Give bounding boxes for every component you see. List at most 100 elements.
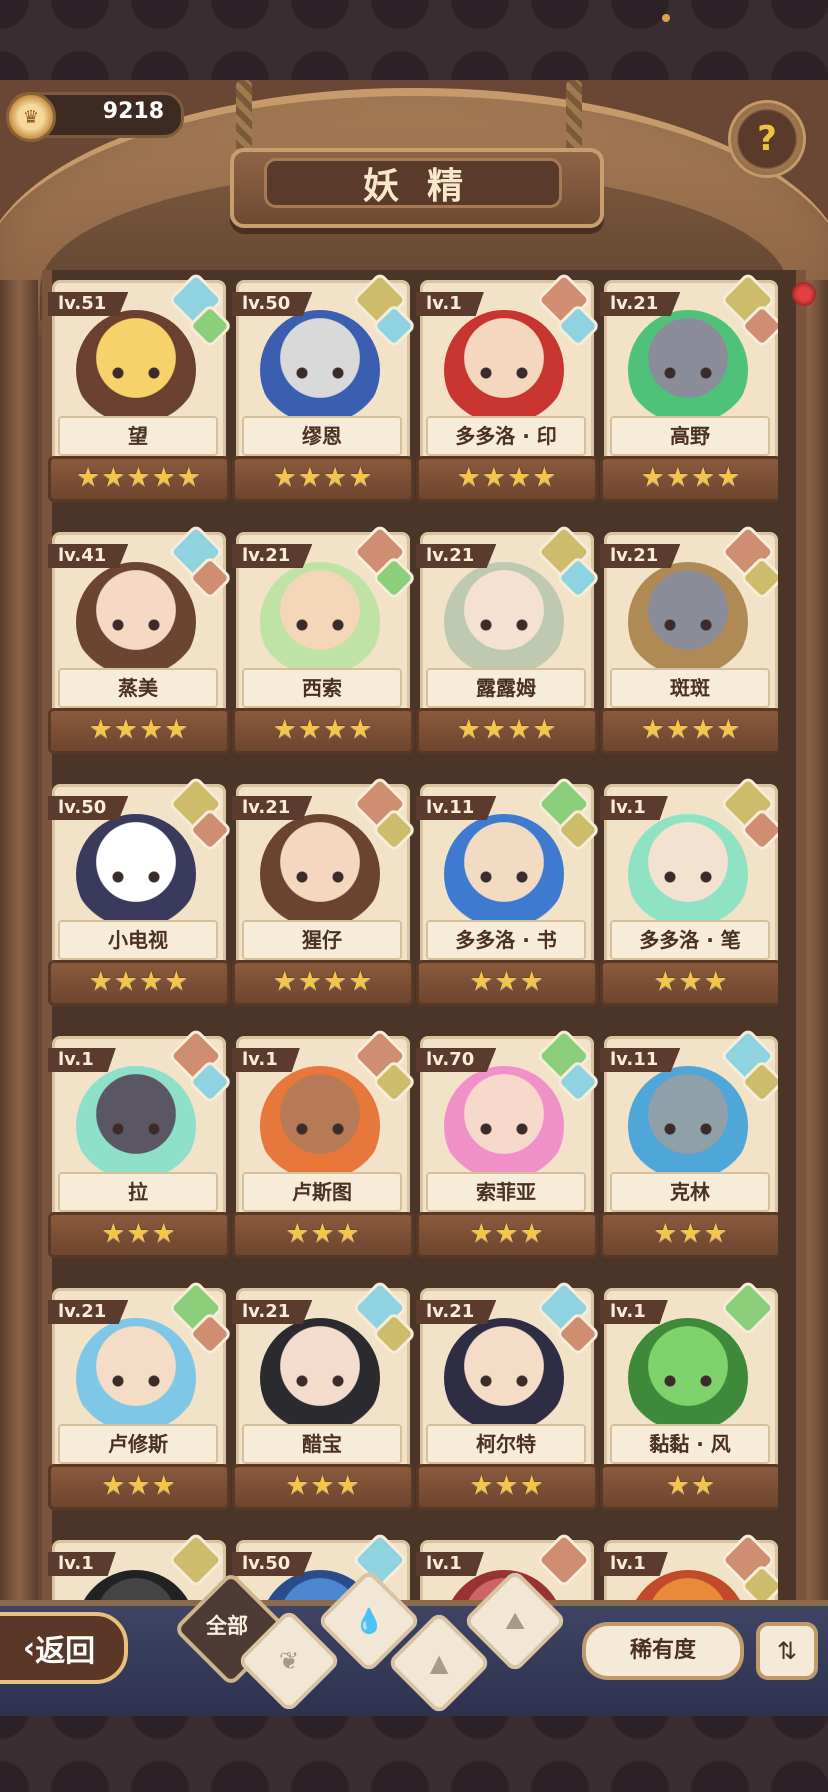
rock-icon: ▲ [429,1649,449,1677]
star-rating: ★★★ [232,1464,414,1510]
star-rating: ★★ [600,1464,778,1510]
level-tag: lv.41 [48,544,129,568]
question-icon: ? [757,119,777,159]
fairy-card[interactable]: lv.51 望 ★★★★★ [48,270,233,510]
help-button[interactable]: ? [728,100,806,178]
fairy-card[interactable]: lv.41 蒸美 ★★★★ [48,522,233,762]
star-rating: ★★★★★ [48,456,230,502]
portrait-eyes [662,870,714,884]
level-tag: lv.21 [232,544,313,568]
page-title: 妖精 [264,158,562,208]
level-tag: lv.21 [232,1300,313,1324]
chevron-left-icon: ‹ [22,1630,36,1666]
fairy-name: 小电视 [58,920,218,960]
fairy-name: 露露姆 [426,668,586,708]
level-tag: lv.1 [600,1552,668,1576]
fairy-name: 柯尔特 [426,1424,586,1464]
star-rating: ★★★★ [232,960,414,1006]
fairy-grid: lv.51 望 ★★★★★ lv.50 缪恩 ★★★★ lv.1 多多洛 · 印 ★★★★ lv.… [48,270,778,1606]
fairy-card[interactable]: lv.1 [600,1530,778,1606]
fairy-card[interactable]: lv.70 索菲亚 ★★★ [416,1026,601,1266]
sprout-icon: ❦ [278,1646,300,1675]
portrait-eyes [478,1374,530,1388]
portrait-eyes [478,618,530,632]
portrait-eyes [294,870,346,884]
sort-order-button[interactable]: ⇅ [756,1622,818,1680]
portrait-eyes [478,870,530,884]
level-tag: lv.70 [416,1048,497,1072]
fairy-card[interactable]: lv.21 露露姆 ★★★★ [416,522,601,762]
star-rating: ★★★★ [416,456,598,502]
level-tag: lv.21 [232,796,313,820]
star-rating: ★★★★ [48,708,230,754]
status-dot [662,14,670,22]
level-tag: lv.50 [48,796,129,820]
fairy-card[interactable]: lv.1 黏黏 · 风 ★★ [600,1278,778,1518]
fairy-card[interactable]: lv.50 小电视 ★★★★ [48,774,233,1014]
level-tag: lv.21 [600,544,681,568]
level-tag: lv.50 [232,292,313,316]
fairy-name: 斑斑 [610,668,770,708]
level-tag: lv.11 [416,796,497,820]
bottom-pattern [0,1710,828,1792]
fairy-card[interactable]: lv.21 高野 ★★★★ [600,270,778,510]
fairy-name: 黏黏 · 风 [610,1424,770,1464]
fairy-name: 猩仔 [242,920,402,960]
level-tag: lv.51 [48,292,129,316]
back-button[interactable]: ‹ 返回 [0,1612,128,1684]
left-post [0,280,38,1620]
mountain-icon: ⛰ [504,1606,526,1635]
fairy-card[interactable]: lv.1 拉 ★★★ [48,1026,233,1266]
fairy-card[interactable]: lv.50 缪恩 ★★★★ [232,270,417,510]
fairy-name: 高野 [610,416,770,456]
fairy-card[interactable]: lv.21 柯尔特 ★★★ [416,1278,601,1518]
fairy-name: 克林 [610,1172,770,1212]
fairy-card[interactable]: lv.1 [48,1530,226,1606]
level-tag: lv.21 [416,544,497,568]
star-rating: ★★★★ [600,456,778,502]
portrait-eyes [110,1122,162,1136]
portrait-eyes [110,1374,162,1388]
fairy-card[interactable]: lv.21 斑斑 ★★★★ [600,522,778,762]
star-rating: ★★★ [232,1212,414,1258]
fairy-name: 望 [58,416,218,456]
top-pattern [0,0,828,80]
star-rating: ★★★★ [232,708,414,754]
star-rating: ★★★ [416,1464,598,1510]
portrait-eyes [662,1374,714,1388]
fairy-card[interactable]: lv.11 克林 ★★★ [600,1026,778,1266]
star-rating: ★★★ [600,960,778,1006]
portrait-eyes [110,618,162,632]
fairy-card[interactable]: lv.1 卢斯图 ★★★ [232,1026,417,1266]
rarity-sort-button[interactable]: 稀有度 [582,1622,744,1680]
star-rating: ★★★★ [600,708,778,754]
ladybug-icon [792,282,816,306]
fairy-card[interactable]: lv.1 多多洛 · 印 ★★★★ [416,270,601,510]
fairy-card[interactable]: lv.21 卢修斯 ★★★ [48,1278,233,1518]
level-tag: lv.21 [48,1300,129,1324]
fairy-name: 拉 [58,1172,218,1212]
star-rating: ★★★ [600,1212,778,1258]
portrait-eyes [294,618,346,632]
star-rating: ★★★★ [416,708,598,754]
fairy-card[interactable]: lv.21 西索 ★★★★ [232,522,417,762]
level-tag: lv.21 [416,1300,497,1324]
fairy-card[interactable]: lv.21 猩仔 ★★★★ [232,774,417,1014]
portrait-eyes [662,366,714,380]
portrait-eyes [662,618,714,632]
fairy-name: 西索 [242,668,402,708]
portrait-eyes [662,1122,714,1136]
fairy-card[interactable]: lv.21 醋宝 ★★★ [232,1278,417,1518]
fairy-card[interactable]: lv.11 多多洛 · 书 ★★★ [416,774,601,1014]
level-tag: lv.1 [600,1300,668,1324]
fairy-card[interactable]: lv.1 多多洛 · 笔 ★★★ [600,774,778,1014]
level-tag: lv.21 [600,292,681,316]
fairy-name: 缪恩 [242,416,402,456]
star-rating: ★★★ [48,1464,230,1510]
water-drop-icon: 💧 [354,1606,384,1635]
level-tag: lv.1 [416,292,484,316]
star-rating: ★★★ [416,960,598,1006]
fairy-name: 卢斯图 [242,1172,402,1212]
portrait-eyes [110,870,162,884]
portrait-eyes [110,366,162,380]
